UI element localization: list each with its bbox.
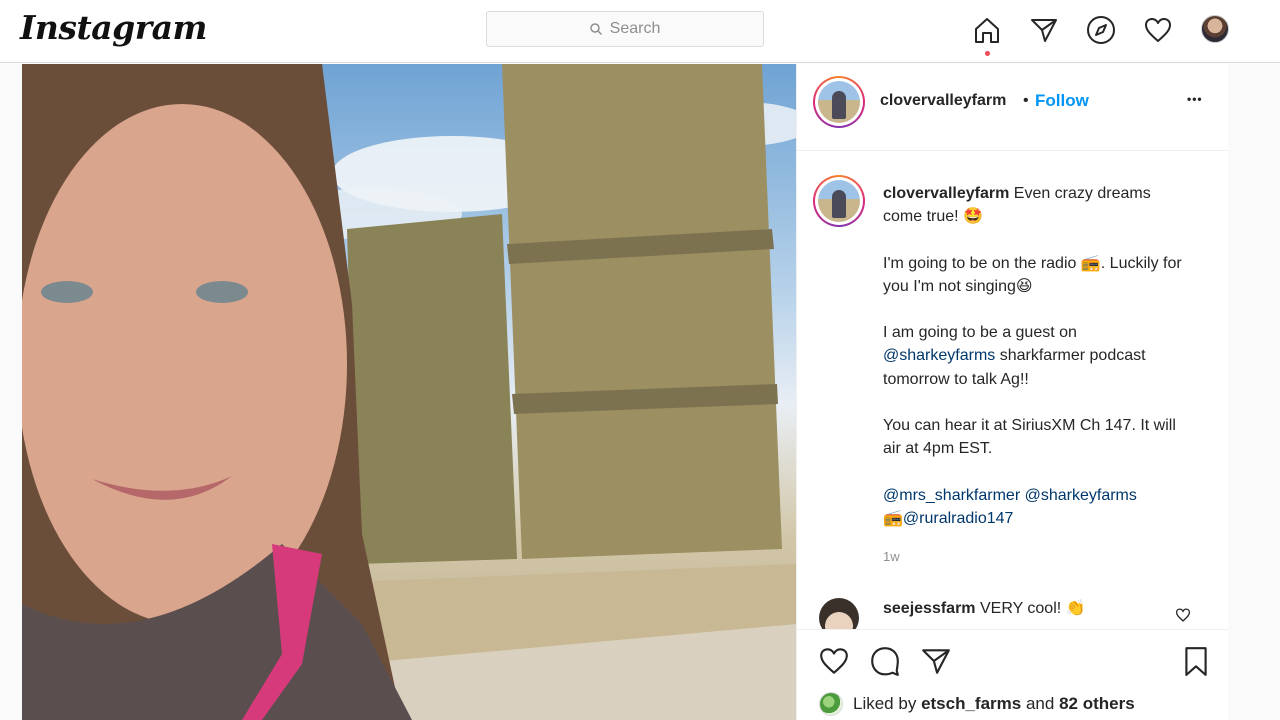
post-header: clovervalleyfarm • Follow ••• (797, 64, 1229, 151)
caption-text-3a: I am going to be a guest on (883, 324, 1077, 342)
follow-button[interactable]: Follow (1035, 91, 1089, 111)
comment-like-button[interactable] (1175, 607, 1191, 628)
search-placeholder: Search (609, 20, 661, 37)
mention-link[interactable]: @sharkeyfarms (883, 347, 995, 364)
post-details-panel: clovervalleyfarm • Follow ••• clovervall… (796, 64, 1229, 720)
mention-link[interactable]: @sharkeyfarms (1025, 487, 1137, 504)
heart-icon (1145, 18, 1171, 42)
comment-icon (871, 647, 899, 676)
search-icon (589, 23, 602, 35)
top-navigation-bar: Instagram Search (0, 0, 1280, 63)
mention-link[interactable]: @ruralradio147 (903, 510, 1014, 527)
heart-icon (820, 648, 848, 674)
direct-icon (922, 649, 950, 674)
mention-link[interactable]: @mrs_sharkfarmer (883, 487, 1020, 504)
page-background-right (1228, 64, 1280, 720)
comment: seejessfarm VERY cool! 👏 (883, 598, 1086, 618)
liker-avatar[interactable] (819, 692, 843, 716)
activity-button[interactable] (1139, 11, 1177, 49)
post-caption: clovervalleyfarm Even crazy dreams come … (883, 182, 1193, 553)
home-icon (975, 18, 999, 43)
follow-separator: • (1023, 92, 1029, 109)
profile-avatar[interactable] (1201, 15, 1229, 43)
more-options-button[interactable]: ••• (1187, 92, 1203, 106)
heart-icon (1175, 608, 1191, 622)
explore-icon (1087, 16, 1115, 44)
post-photo[interactable] (22, 64, 796, 720)
direct-icon (1031, 19, 1057, 42)
instagram-logo[interactable]: Instagram (20, 8, 207, 47)
comment-username[interactable]: seejessfarm (883, 600, 976, 617)
home-button[interactable] (968, 11, 1006, 49)
liker-username[interactable]: etsch_farms (921, 694, 1021, 714)
caption-username[interactable]: clovervalleyfarm (883, 185, 1009, 202)
post-actions-bar: Liked by etsch_farms and 82 others (797, 629, 1229, 720)
liked-by-summary: Liked by etsch_farms and 82 others (819, 692, 1135, 716)
caption-text-4: You can hear it at SiriusXM Ch 147. It w… (883, 417, 1176, 458)
save-button[interactable] (1179, 644, 1213, 678)
post-image-illustration (22, 64, 796, 720)
search-input[interactable]: Search (486, 11, 764, 47)
comment-button[interactable] (868, 644, 902, 678)
author-avatar[interactable] (813, 76, 865, 128)
caption-author-avatar[interactable] (813, 175, 865, 227)
liked-by-middle: and (1025, 694, 1055, 713)
direct-messages-button[interactable] (1025, 11, 1063, 49)
explore-button[interactable] (1082, 11, 1120, 49)
liked-by-others[interactable]: 82 others (1059, 694, 1135, 714)
caption-text-2: I'm going to be on the radio 📻. Luckily … (883, 254, 1182, 295)
liked-by-prefix: Liked by (853, 694, 917, 713)
home-active-dot (985, 51, 990, 56)
like-button[interactable] (817, 644, 851, 678)
comment-text: VERY cool! 👏 (979, 600, 1086, 617)
share-button[interactable] (919, 644, 953, 678)
bookmark-icon (1185, 647, 1207, 676)
author-username[interactable]: clovervalleyfarm (880, 92, 1006, 110)
radio-emoji: 📻 (883, 509, 903, 527)
post-timestamp[interactable]: 1w (883, 549, 900, 564)
